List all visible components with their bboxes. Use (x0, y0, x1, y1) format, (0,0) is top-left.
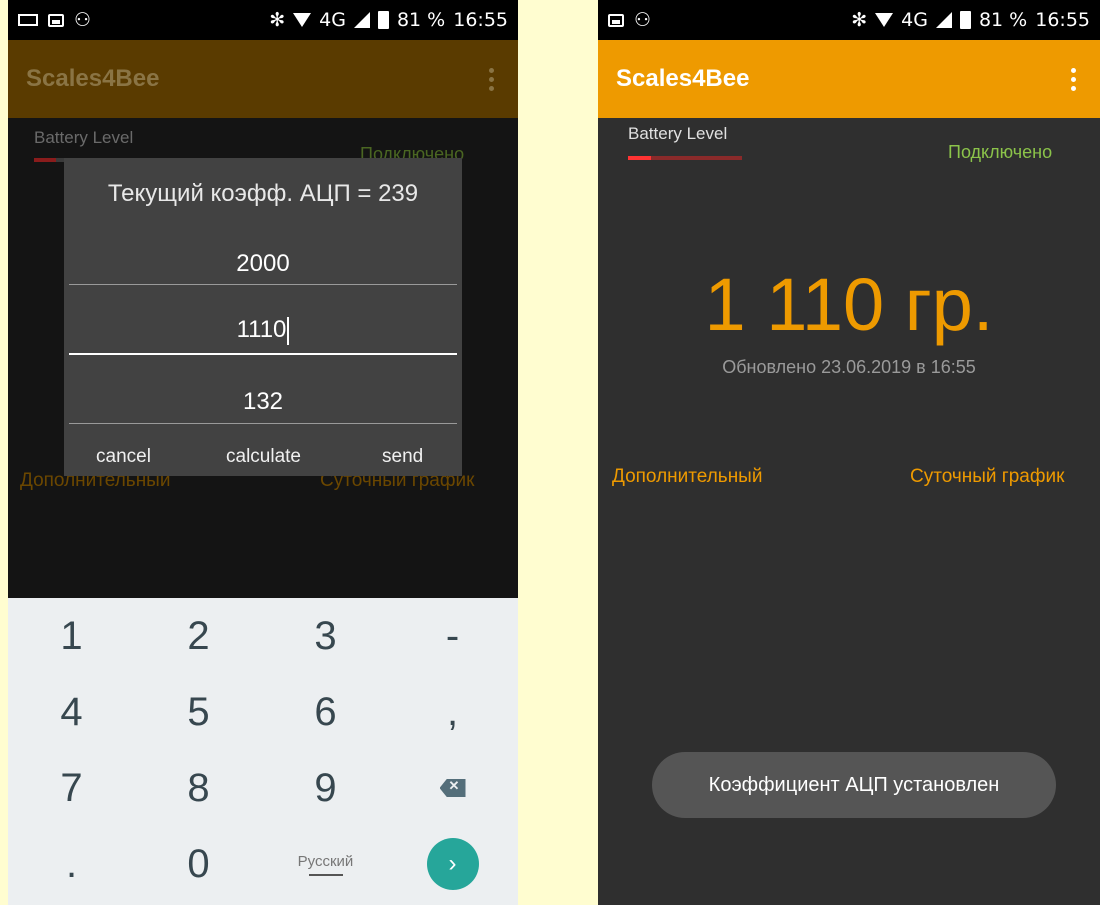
keyboard-icon (18, 14, 38, 26)
key-backspace[interactable] (389, 750, 516, 826)
coefficient-input[interactable]: 132 (69, 388, 457, 416)
overflow-menu-icon[interactable] (483, 64, 500, 95)
notification-icon: ⚇ (74, 9, 92, 31)
input-underline-active (69, 353, 457, 355)
space-underline (308, 873, 343, 876)
overflow-menu-icon[interactable] (1065, 64, 1082, 95)
battery-icon (377, 11, 389, 29)
input-underline (69, 423, 457, 424)
key-5[interactable]: 5 (135, 674, 262, 750)
key-2[interactable]: 2 (135, 598, 262, 674)
app-bar: Scales4Bee (598, 40, 1100, 118)
measured-weight-value: 1110 (236, 316, 287, 343)
battery-percent: 81 % (978, 9, 1028, 31)
signal-icon (935, 12, 952, 28)
calculate-button[interactable]: calculate (226, 446, 301, 468)
image-icon (608, 13, 624, 27)
key-7[interactable]: 7 (8, 750, 135, 826)
key-period[interactable]: . (8, 826, 135, 902)
input-underline (69, 284, 457, 285)
reference-weight-input[interactable]: 2000 (69, 250, 457, 278)
app-title: Scales4Bee (616, 65, 750, 92)
coefficient-value: 132 (242, 388, 284, 415)
bluetooth-icon: ✻ (851, 9, 868, 31)
battery-percent: 81 % (396, 9, 446, 31)
key-9[interactable]: 9 (262, 750, 389, 826)
notification-icon: ⚇ (634, 9, 652, 31)
battery-level-label: Battery Level (34, 128, 134, 147)
key-1[interactable]: 1 (8, 598, 135, 674)
status-bar: ⚇ ✻ 4G 81 % 16:55 (598, 0, 1100, 40)
key-language[interactable]: Русский (262, 826, 389, 902)
numeric-keyboard: 1 2 3 - 4 5 6 , 7 8 9 . 0 Русский › (8, 598, 518, 905)
battery-level-fill (628, 156, 651, 160)
reference-weight-value: 2000 (236, 250, 290, 277)
key-8[interactable]: 8 (135, 750, 262, 826)
battery-level-label: Battery Level (628, 124, 728, 143)
key-minus[interactable]: - (389, 598, 516, 674)
clock: 16:55 (1035, 9, 1090, 31)
battery-level-fill (34, 158, 56, 162)
key-comma[interactable]: , (389, 674, 516, 750)
network-type: 4G (901, 9, 928, 31)
app-title: Scales4Bee (26, 65, 160, 92)
key-enter[interactable]: › (389, 826, 516, 902)
battery-icon (959, 11, 971, 29)
backspace-icon (439, 779, 466, 797)
network-type: 4G (319, 9, 346, 31)
key-4[interactable]: 4 (8, 674, 135, 750)
additional-link[interactable]: Дополнительный (612, 466, 762, 488)
wifi-icon (875, 13, 894, 27)
text-cursor (287, 316, 290, 345)
dialog-title: Текущий коэфф. АЦП = 239 (107, 180, 419, 207)
enter-arrow-icon: › (426, 838, 479, 890)
wifi-icon (293, 13, 312, 27)
daily-chart-link[interactable]: Суточный график (910, 466, 1064, 488)
updated-timestamp: Обновлено 23.06.2019 в 16:55 (722, 357, 976, 377)
cancel-button[interactable]: cancel (96, 446, 151, 468)
weight-value: 1 110 гр. (704, 263, 994, 346)
measured-weight-input[interactable]: 1110 (69, 316, 457, 345)
key-6[interactable]: 6 (262, 674, 389, 750)
app-bar: Scales4Bee (8, 40, 518, 118)
image-icon (48, 13, 64, 27)
key-3[interactable]: 3 (262, 598, 389, 674)
phone-screen-dialog: ⚇ ✻ 4G 81 % 16:55 Scales4Bee Battery Lev… (8, 0, 518, 905)
phone-screen-result: ⚇ ✻ 4G 81 % 16:55 Scales4Bee Battery Lev… (598, 0, 1100, 905)
status-bar: ⚇ ✻ 4G 81 % 16:55 (8, 0, 518, 40)
send-button[interactable]: send (382, 446, 423, 468)
signal-icon (353, 12, 370, 28)
battery-level-bar (628, 156, 742, 160)
bluetooth-icon: ✻ (269, 9, 286, 31)
clock: 16:55 (453, 9, 508, 31)
language-label: Русский (297, 852, 354, 870)
key-0[interactable]: 0 (135, 826, 262, 902)
toast-message: Коэффициент АЦП установлен (652, 752, 1056, 818)
connection-status: Подключено (948, 142, 1053, 162)
calibration-dialog: Текущий коэфф. АЦП = 239 2000 1110 132 c… (64, 158, 462, 476)
